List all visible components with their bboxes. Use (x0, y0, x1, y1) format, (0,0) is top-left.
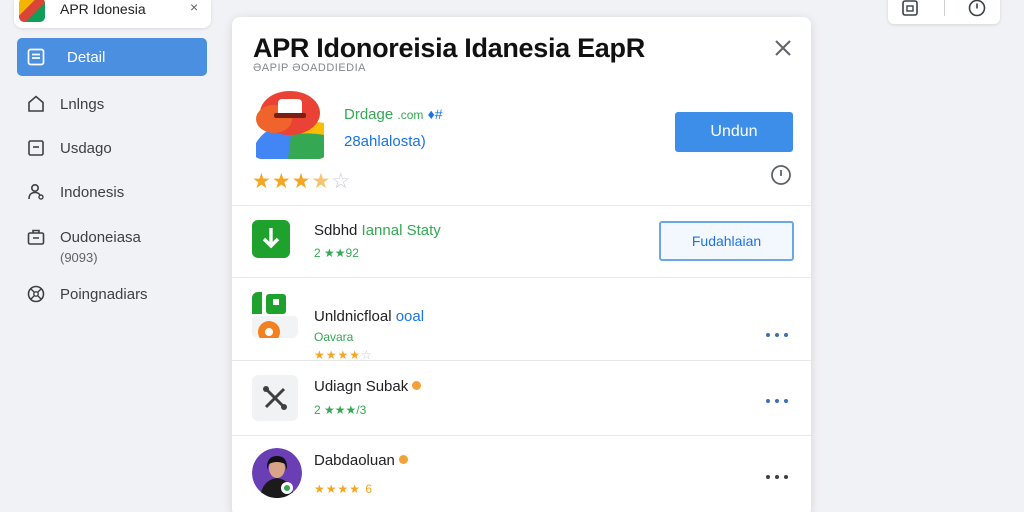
list-item-title: Udiagn Subak (314, 378, 422, 395)
developer-mark: ♦# (427, 106, 443, 122)
settings-icon (27, 285, 45, 303)
star-half-icon: ★ (311, 170, 332, 193)
verified-badge-icon (412, 381, 422, 390)
rating-stars: ★★★★☆ (252, 169, 351, 194)
developer-label: Drdage (344, 106, 394, 123)
briefcase-icon (27, 229, 45, 245)
sidebar-item-label: Lnlngs (60, 95, 105, 113)
developer-suffix: .com (397, 108, 424, 122)
list-item-meta: Oavara (314, 330, 354, 344)
rating-stars: ★★★★ 6 (314, 482, 373, 496)
save-icon[interactable] (900, 0, 920, 18)
sidebar-item-count: (9093) (60, 250, 98, 265)
download-icon (252, 220, 290, 258)
sidebar-item-usdago[interactable]: Usdago (17, 129, 207, 167)
star-icon: ★ (291, 170, 312, 193)
list-item-title-text: Udiagn Subak (314, 378, 409, 395)
developer-name[interactable]: Drdage .com ♦# (344, 106, 443, 123)
window-controls (888, 0, 1000, 24)
close-icon[interactable] (772, 37, 794, 59)
install-button[interactable]: Undun (675, 112, 793, 152)
list-item-title-text: Unldnicfloal (314, 308, 392, 325)
sidebar-item-poingnadiars[interactable]: Poingnadiars (17, 275, 207, 313)
app-grid-icon (252, 292, 298, 338)
dialog-subtitle: ƏAPIP ƏOADDIEDIA (253, 62, 366, 74)
app-detail-dialog: APR Idonoreisia Idanesia EapR ƏAPIP ƏOAD… (232, 17, 811, 512)
window-controls-divider (944, 0, 945, 16)
user-icon (28, 183, 44, 200)
list-item-title-text: Sdbhd (314, 222, 358, 239)
list-item[interactable]: Dabdaoluan ★★★★ 6 (232, 436, 811, 512)
more-options-icon[interactable] (764, 393, 794, 409)
sidebar-item-detail[interactable]: Detail (17, 38, 207, 76)
list-icon (27, 48, 45, 66)
sidebar-item-label: Poingnadiars (60, 285, 148, 303)
list-item-meta: 2 ★★★/3 (314, 403, 367, 417)
secondary-action-button[interactable]: Fudahlaian (659, 221, 794, 261)
document-icon (28, 140, 44, 156)
star-icon: ★ (271, 170, 292, 193)
sidebar-item-oudoneiasa[interactable]: Oudoneiasa (17, 218, 207, 256)
package-name: 28ahlalosta) (344, 133, 426, 150)
sidebar-item-label: Oudoneiasa (60, 228, 141, 246)
sidebar: Detail Lnlngs Usdago Indonesis Oudoneias… (0, 0, 220, 512)
sidebar-item-label: Indonesis (60, 183, 125, 201)
list-item-title: Sdbhd Iannal Staty (314, 222, 441, 239)
dialog-title: APR Idonoreisia Idanesia EapR (253, 33, 645, 63)
list-item-title: Unldnicfloal ooal (314, 308, 424, 325)
avatar-icon (252, 448, 302, 498)
list-item[interactable]: Udiagn Subak 2 ★★★/3 (232, 361, 811, 435)
list-item-title: Dabdaoluan (314, 452, 408, 469)
sidebar-item-label: Usdago (60, 139, 112, 157)
list-item-title-accent: Iannal Staty (361, 222, 441, 239)
list-item-title-accent: ooal (395, 308, 425, 325)
star-empty-icon: ☆ (331, 170, 352, 193)
sidebar-item-lnlngs[interactable]: Lnlngs (17, 85, 207, 123)
more-options-icon[interactable] (764, 327, 794, 343)
list-item[interactable]: Unldnicfloal ooal Oavara ★★★★☆ (232, 278, 811, 362)
app-icon (252, 83, 328, 159)
info-icon[interactable] (769, 163, 793, 187)
rating-text: ★★★★ 6 (314, 482, 374, 496)
sidebar-item-indonesis[interactable]: Indonesis (17, 173, 207, 211)
star-icon: ★ (252, 170, 272, 193)
clock-icon[interactable] (967, 0, 987, 18)
home-icon (28, 95, 44, 112)
list-item-meta: 2 ★★92 (314, 246, 359, 260)
sidebar-item-label: Detail (67, 48, 106, 66)
list-item-title-text: Dabdaoluan (314, 452, 395, 469)
tools-icon (252, 375, 298, 421)
more-options-icon[interactable] (764, 469, 794, 485)
verified-badge-icon (398, 455, 408, 464)
